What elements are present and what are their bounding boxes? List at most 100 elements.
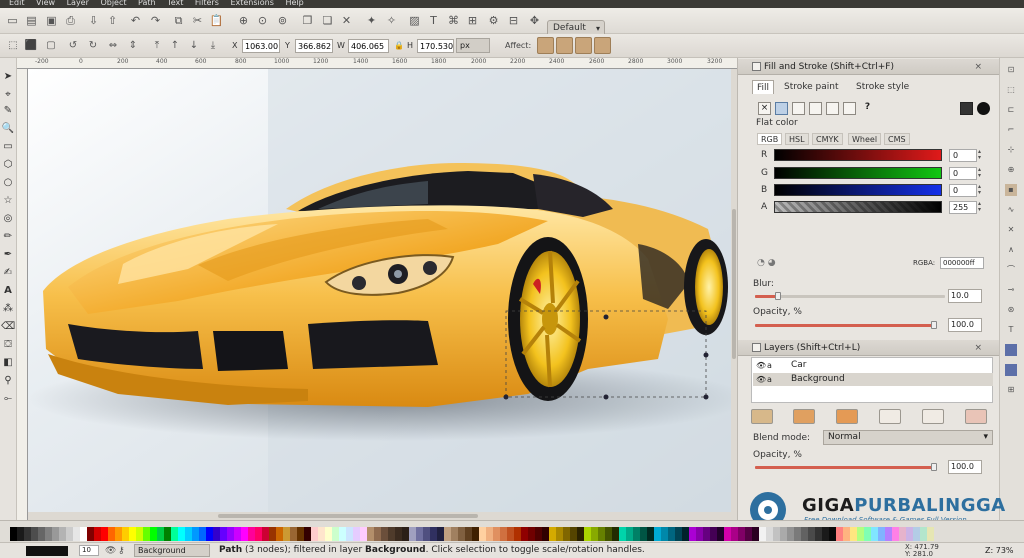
raise-layer-button[interactable] xyxy=(836,409,858,424)
snap-center-icon[interactable]: ⊕ xyxy=(1005,164,1017,176)
palette-swatch[interactable] xyxy=(381,527,388,541)
snap-bbox-corner-icon[interactable]: ⌐ xyxy=(1005,124,1017,136)
channel-b-slider[interactable] xyxy=(774,184,942,196)
palette-swatch[interactable] xyxy=(556,527,563,541)
palette-swatch[interactable] xyxy=(31,527,38,541)
spin-arrows-icon[interactable]: ▴ ▾ xyxy=(978,201,985,214)
zoom-drawing-icon[interactable]: ⊙ xyxy=(255,13,270,28)
drawing-canvas[interactable] xyxy=(28,69,737,520)
blend-mode-dropdown[interactable]: Normal xyxy=(823,430,993,445)
preferences-icon[interactable]: ⚙ xyxy=(486,13,501,28)
channel-g-slider[interactable] xyxy=(774,167,942,179)
palette-swatch[interactable] xyxy=(801,527,808,541)
palette-swatch[interactable] xyxy=(493,527,500,541)
palette-swatch[interactable] xyxy=(619,527,626,541)
palette-swatch[interactable] xyxy=(668,527,675,541)
palette-swatch[interactable] xyxy=(178,527,185,541)
palette-swatch[interactable] xyxy=(843,527,850,541)
palette-swatch[interactable] xyxy=(108,527,115,541)
palette-swatch[interactable] xyxy=(871,527,878,541)
print-icon[interactable]: ⎙ xyxy=(63,13,78,28)
clone-icon[interactable]: ❏ xyxy=(320,13,335,28)
menu-filters[interactable]: Filters xyxy=(195,0,219,7)
align-icon[interactable]: ⊞ xyxy=(465,13,480,28)
palette-swatch[interactable] xyxy=(913,527,920,541)
cut-icon[interactable]: ✂ xyxy=(190,13,205,28)
spray-tool-icon[interactable]: ⁂ xyxy=(1,302,15,316)
raise-top-icon[interactable]: ⤒ xyxy=(150,39,164,53)
palette-swatch[interactable] xyxy=(808,527,815,541)
palette-swatch[interactable] xyxy=(612,527,619,541)
palette-swatch[interactable] xyxy=(38,527,45,541)
lower-bottom-icon[interactable]: ⤓ xyxy=(206,39,220,53)
palette-swatch[interactable] xyxy=(563,527,570,541)
palette-swatch[interactable] xyxy=(465,527,472,541)
lock-ratio-icon[interactable]: 🔒 xyxy=(392,39,406,53)
scroll-thumb[interactable] xyxy=(218,514,478,518)
palette-swatch[interactable] xyxy=(374,527,381,541)
palette-swatch[interactable] xyxy=(829,527,836,541)
palette-swatch[interactable] xyxy=(409,527,416,541)
layer-opacity-input[interactable]: 100.0 xyxy=(948,460,982,474)
select-all-layers-icon[interactable]: ⬛ xyxy=(24,39,38,53)
snap-grid-icon[interactable] xyxy=(1005,364,1017,376)
lock-icon[interactable]: a xyxy=(767,359,772,372)
palette-swatch[interactable] xyxy=(549,527,556,541)
palette-swatch[interactable] xyxy=(360,527,367,541)
palette-swatch[interactable] xyxy=(633,527,640,541)
menu-layer[interactable]: Layer xyxy=(67,0,89,7)
palette-swatch[interactable] xyxy=(206,527,213,541)
radial-gradient-button[interactable] xyxy=(809,102,822,115)
snap-toggle-icon[interactable]: ⊡ xyxy=(1005,64,1017,76)
delete-layer-button[interactable] xyxy=(965,409,987,424)
affect-stroke-width-button[interactable] xyxy=(537,37,554,54)
text-tool-icon[interactable]: T xyxy=(426,13,441,28)
palette-swatch[interactable] xyxy=(283,527,290,541)
tab-stroke-style[interactable]: Stroke style xyxy=(852,80,913,94)
channel-r-input[interactable]: 0 xyxy=(949,149,977,162)
snap-guide-icon[interactable]: ⊞ xyxy=(1005,384,1017,396)
tab-cms[interactable]: CMS xyxy=(884,133,910,145)
no-paint-button[interactable]: × xyxy=(758,102,771,115)
palette-swatch[interactable] xyxy=(479,527,486,541)
palette-swatch[interactable] xyxy=(472,527,479,541)
swatch-button[interactable] xyxy=(843,102,856,115)
deselect-icon[interactable]: ▢ xyxy=(44,39,58,53)
palette-swatch[interactable] xyxy=(647,527,654,541)
palette-swatch[interactable] xyxy=(402,527,409,541)
unset-paint-button[interactable]: ? xyxy=(861,102,874,115)
layer-row-background[interactable]: 👁 a Background xyxy=(753,373,993,386)
palette-swatch[interactable] xyxy=(80,527,87,541)
menu-text[interactable]: Text xyxy=(167,0,183,7)
palette-swatch[interactable] xyxy=(87,527,94,541)
palette-swatch[interactable] xyxy=(416,527,423,541)
snap-smooth-icon[interactable]: ⌒ xyxy=(1005,264,1017,276)
channel-a-slider[interactable] xyxy=(774,201,942,213)
palette-swatch[interactable] xyxy=(192,527,199,541)
snap-midpoint-icon[interactable]: ⊹ xyxy=(1005,144,1017,156)
palette-swatch[interactable] xyxy=(143,527,150,541)
palette-swatch[interactable] xyxy=(577,527,584,541)
palette-swatch[interactable] xyxy=(598,527,605,541)
palette-swatch[interactable] xyxy=(738,527,745,541)
channel-r-slider[interactable] xyxy=(774,149,942,161)
palette-swatch[interactable] xyxy=(836,527,843,541)
connector-tool-icon[interactable]: ⟜ xyxy=(1,392,15,406)
import-icon[interactable]: ⇩ xyxy=(86,13,101,28)
document-properties-icon[interactable]: ⊟ xyxy=(506,13,521,28)
pattern-button[interactable] xyxy=(826,102,839,115)
opacity-slider-knob[interactable] xyxy=(931,321,937,329)
lower-icon[interactable]: ↓ xyxy=(187,39,201,53)
menu-help[interactable]: Help xyxy=(285,0,303,7)
palette-swatch[interactable] xyxy=(899,527,906,541)
channel-a-input[interactable]: 255 xyxy=(949,201,977,214)
palette-swatch[interactable] xyxy=(269,527,276,541)
snap-bbox-edge-icon[interactable]: ⊏ xyxy=(1005,104,1017,116)
layer-row-car[interactable]: 👁 a Car xyxy=(753,359,993,372)
fill-indicator[interactable] xyxy=(26,546,68,556)
blur-input[interactable]: 10.0 xyxy=(948,289,982,303)
palette-swatch[interactable] xyxy=(150,527,157,541)
snap-rotation-center-icon[interactable]: ⊛ xyxy=(1005,304,1017,316)
affect-gradients-button[interactable] xyxy=(575,37,592,54)
palette-swatch[interactable] xyxy=(703,527,710,541)
